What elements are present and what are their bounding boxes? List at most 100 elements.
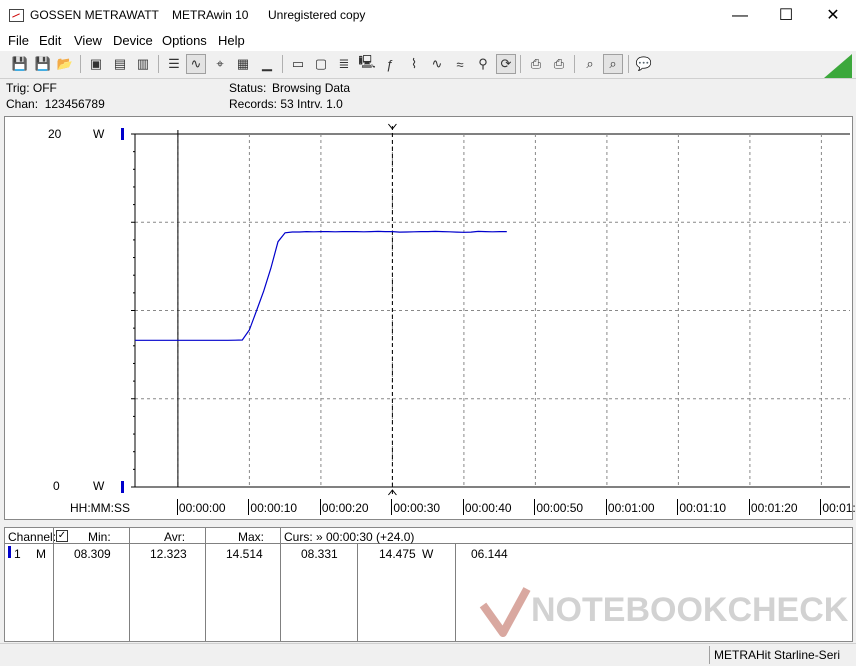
maximize-button[interactable]: ☐ <box>763 0 809 31</box>
max-header: Max: <box>238 530 265 544</box>
toolbar-separator <box>282 55 283 73</box>
column-divider <box>280 528 281 641</box>
histogram-icon[interactable]: ▁ <box>257 54 277 74</box>
cursor-delta-value: 06.144 <box>471 547 508 561</box>
y-max-label: 20 <box>48 127 62 141</box>
y-unit-label-bottom: W <box>93 479 105 493</box>
column-divider <box>205 528 206 641</box>
toolbar-separator <box>574 55 575 73</box>
channel-mode: M <box>36 547 46 561</box>
measurement-table: Channel: ✓ Min: Avr: Max: Curs: » 00:00:… <box>4 527 853 642</box>
menu-view[interactable]: View <box>74 33 102 48</box>
min-header: Min: <box>88 530 111 544</box>
zoom-fit-icon[interactable]: ⌕ <box>603 54 623 74</box>
wave-icon[interactable]: ∿ <box>186 54 206 74</box>
message-icon[interactable]: 💬 <box>634 54 654 74</box>
x-tick-label: 00:00:50 <box>536 501 584 515</box>
x-tick-mark <box>605 499 607 515</box>
channel-number: 1 <box>14 547 21 561</box>
column-divider <box>455 544 456 641</box>
print-preview-icon[interactable]: ▢ <box>311 54 331 74</box>
crosshair-icon[interactable]: ⌖ <box>210 54 230 74</box>
zoom-icon[interactable]: ⚲ <box>473 54 493 74</box>
column-divider <box>129 528 130 641</box>
cursor2-value: 14.475 <box>379 547 416 561</box>
x-tick-mark <box>176 499 178 515</box>
x-tick-label: 00:00:10 <box>250 501 298 515</box>
channel-color-marker <box>8 546 11 558</box>
device-stop-icon[interactable]: ▥ <box>133 54 153 74</box>
x-tick-label: 00:00:30 <box>393 501 441 515</box>
status-value: Browsing Data <box>272 81 351 95</box>
computer-icon[interactable]: 🖳 <box>357 54 377 74</box>
device-icon[interactable]: ▣ <box>86 54 106 74</box>
toolbar-separator <box>80 55 81 73</box>
menu-help[interactable]: Help <box>218 33 245 48</box>
x-tick-label: 00:00:40 <box>464 501 512 515</box>
open-folder-icon[interactable]: 📂 <box>55 54 75 74</box>
formula-icon[interactable]: ƒ <box>380 54 400 74</box>
channel-checkbox[interactable]: ✓ <box>56 530 68 542</box>
save-icon[interactable]: 💾 <box>10 54 30 74</box>
x-tick-label: 00:00:20 <box>321 501 369 515</box>
refresh-icon[interactable]: ⟳ <box>496 54 516 74</box>
x-tick-label: 00:01:00 <box>607 501 655 515</box>
printer2-icon[interactable]: ⎙ <box>549 54 569 74</box>
minimize-button[interactable]: — <box>717 0 763 31</box>
table-header-row <box>5 528 852 544</box>
chart-area[interactable] <box>4 116 853 520</box>
menu-bar: File Edit View Device Options Help <box>0 31 856 51</box>
watermark-text: NOTEBOOKCHECK <box>531 591 849 629</box>
column-divider <box>53 528 54 641</box>
y-unit-label: W <box>93 127 105 141</box>
status-label: Status: <box>229 81 267 95</box>
x-tick-mark <box>391 499 393 515</box>
app-title: METRAwin 10 <box>172 8 249 22</box>
trig-status: Trig: OFF <box>6 81 57 95</box>
cursor1-value: 08.331 <box>301 547 338 561</box>
interval-value: Intrv. 1.0 <box>297 97 343 111</box>
license-title: Unregistered copy <box>268 8 366 22</box>
resize-grip-icon <box>824 54 852 78</box>
toolbar-separator <box>158 55 159 73</box>
sine-icon[interactable]: ∿ <box>427 54 447 74</box>
chart-svg[interactable] <box>5 117 852 519</box>
x-tick-mark <box>248 499 250 515</box>
window-icon[interactable]: ▭ <box>288 54 308 74</box>
x-tick-label: 00:01:10 <box>679 501 727 515</box>
toolbar: 💾 💾 📂 ▣ ▤ ▥ ☰ ∿ ⌖ ▦ ▁ ▭ ▢ ≣ 🖳 ƒ ⌇ ∿ ≈ ⚲ … <box>0 51 856 79</box>
toolbar-separator <box>520 55 521 73</box>
menu-edit[interactable]: Edit <box>39 33 61 48</box>
x-tick-mark <box>820 499 822 515</box>
status-bar: METRAHit Starline-Seri <box>0 643 856 666</box>
range-marker-bottom <box>121 481 124 493</box>
save-as-icon[interactable]: 💾 <box>33 54 53 74</box>
printer-icon[interactable]: ⎙ <box>526 54 546 74</box>
cursor-header: Curs: » 00:00:30 (+24.0) <box>284 530 415 544</box>
table-icon[interactable]: ☰ <box>164 54 184 74</box>
menu-device[interactable]: Device <box>113 33 153 48</box>
device-name: METRAHit Starline-Seri <box>714 648 841 662</box>
list-icon[interactable]: ≣ <box>334 54 354 74</box>
signal-icon[interactable]: ⌇ <box>404 54 424 74</box>
checkmark-icon <box>479 587 531 637</box>
app-icon[interactable] <box>9 9 24 22</box>
x-axis-title: HH:MM:SS <box>70 501 130 515</box>
zoom-wave-icon[interactable]: ⌕ <box>580 54 600 74</box>
avr-header: Avr: <box>164 530 186 544</box>
sine2-icon[interactable]: ≈ <box>450 54 470 74</box>
device-read-icon[interactable]: ▤ <box>110 54 130 74</box>
toolbar-separator <box>628 55 629 73</box>
x-tick-mark <box>677 499 679 515</box>
grid-icon[interactable]: ▦ <box>233 54 253 74</box>
chan-status: Chan: 123456789 <box>6 97 105 111</box>
min-value: 08.309 <box>74 547 111 561</box>
cursor-unit: W <box>422 547 434 561</box>
column-divider <box>357 544 358 641</box>
title-bar: GOSSEN METRAWATT METRAwin 10 Unregistere… <box>0 0 856 31</box>
close-button[interactable]: ✕ <box>810 0 856 31</box>
menu-options[interactable]: Options <box>162 33 207 48</box>
brand-title: GOSSEN METRAWATT <box>30 8 159 22</box>
menu-file[interactable]: File <box>8 33 29 48</box>
statusbar-divider <box>709 646 710 664</box>
